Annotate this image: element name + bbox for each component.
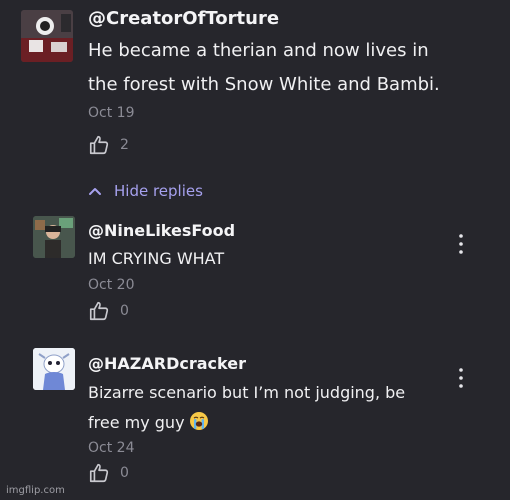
watermark: imgflip.com: [6, 485, 65, 496]
reply-text: free my guy: [88, 413, 185, 432]
avatar[interactable]: [33, 348, 75, 390]
comment-date: Oct 19: [88, 105, 135, 121]
thumbs-up-icon[interactable]: [88, 134, 110, 156]
avatar[interactable]: [21, 10, 73, 62]
thumbs-up-icon[interactable]: [88, 300, 110, 322]
profile-picture-icon: [21, 10, 73, 62]
more-options-icon[interactable]: [455, 233, 467, 255]
like-row: 0: [88, 300, 129, 322]
hide-replies-label: Hide replies: [114, 182, 203, 200]
reply-username[interactable]: @HAZARDcracker: [88, 354, 246, 373]
reply-username[interactable]: @NineLikesFood: [88, 221, 235, 240]
reply-date: Oct 20: [88, 277, 135, 293]
like-count: 2: [120, 137, 129, 153]
reply-text-line: Bizarre scenario but I’m not judging, be: [88, 383, 406, 402]
reply-text: IM CRYING WHAT: [88, 249, 225, 268]
loudly-crying-face-emoji-icon: [189, 412, 208, 430]
like-count: 0: [120, 303, 129, 319]
chevron-up-icon: [89, 188, 101, 195]
avatar[interactable]: [33, 216, 75, 258]
like-count: 0: [120, 465, 129, 481]
comment-text-line: the forest with Snow White and Bambi.: [88, 74, 440, 95]
comment-text-line: He became a therian and now lives in: [88, 40, 429, 61]
like-row: 2: [88, 134, 129, 156]
profile-picture-icon: [33, 348, 75, 390]
reply-text-line: free my guy: [88, 411, 209, 432]
profile-picture-icon: [33, 216, 75, 258]
like-row: 0: [88, 462, 129, 484]
thumbs-up-icon[interactable]: [88, 462, 110, 484]
comment-username[interactable]: @CreatorOfTorture: [88, 8, 279, 29]
hide-replies-button[interactable]: Hide replies: [88, 182, 203, 200]
more-options-icon[interactable]: [455, 367, 467, 389]
reply-date: Oct 24: [88, 440, 135, 456]
